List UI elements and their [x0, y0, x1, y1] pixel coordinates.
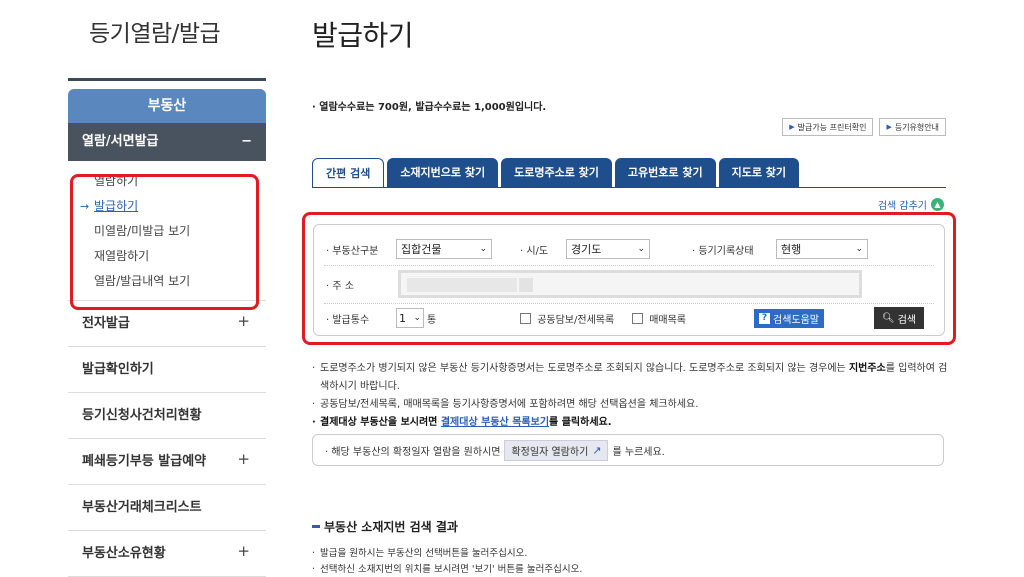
- collapse-icon[interactable]: −: [241, 123, 252, 161]
- sidebar-item-case-status[interactable]: 등기신청사건처리현황: [68, 393, 266, 439]
- fee-notice: · 열람수수료는 700원, 발급수수료는 1,000원입니다.: [312, 102, 547, 113]
- page-title: 발급하기: [312, 19, 414, 52]
- sidebar-category-real-estate[interactable]: 부동산: [68, 89, 266, 123]
- fixed-date-view-button[interactable]: 확정일자 열람하기 ↗: [504, 439, 609, 461]
- copies-label: · 발급통수: [326, 314, 370, 326]
- triangle-icon: ▶: [789, 123, 795, 131]
- search-row-1: · 부동산구분 집합건물 ⌄ · 시/도 경기도 ⌄ · 등기기록상태 현행 ⌄: [326, 239, 932, 259]
- triangle-icon: ▶: [886, 123, 892, 131]
- search-form: · 부동산구분 집합건물 ⌄ · 시/도 경기도 ⌄ · 등기기록상태 현행 ⌄ · …: [313, 224, 945, 336]
- tab-road-address[interactable]: 도로명주소로 찾기: [501, 158, 612, 188]
- tab-lot-number[interactable]: 소재지번으로 찾기: [387, 158, 499, 188]
- search-help-button[interactable]: ? 검색도움말: [754, 308, 824, 328]
- payment-list-link[interactable]: 결제대상 부동산 목록보기: [441, 417, 549, 428]
- joint-collateral-checkbox[interactable]: [520, 312, 532, 324]
- tab-map[interactable]: 지도로 찾기: [718, 158, 800, 188]
- result-section-title: 부동산 소재지번 검색 결과: [312, 518, 458, 535]
- property-type-select[interactable]: 집합건물 ⌄: [396, 239, 492, 259]
- sidebar: 부동산 열람/서면발급 − 열람하기 → 발급하기 미열람/미발급 보기 재열람하…: [68, 78, 266, 577]
- row-divider: [324, 303, 934, 304]
- row-divider: [324, 265, 934, 266]
- result-notes: 발급을 원하시는 부동산의 선택버튼을 눌러주십시오. 선택하신 소재지번의 위…: [312, 546, 582, 577]
- printer-check-button[interactable]: ▶ 발급가능 프린터확인: [782, 118, 874, 136]
- search-row-2: · 주 소: [326, 270, 932, 298]
- sidebar-section-label: 열람/서면발급: [82, 134, 159, 149]
- note-road-address: 도로명주소가 병기되지 않은 부동산 등기사항증명서는 도로명주소로 조회되지 …: [312, 360, 952, 396]
- address-label: · 주 소: [326, 280, 354, 292]
- sidebar-item-closed-reservation[interactable]: 폐쇄등기부등 발급예약 +: [68, 439, 266, 485]
- sidebar-section-view-issue[interactable]: 열람/서면발급 −: [68, 123, 266, 161]
- title-marker: [312, 525, 320, 528]
- hide-search-toggle[interactable]: 검색 감추기 ▲: [878, 197, 944, 212]
- search-row-3: · 발급통수 1 ⌄ 통 공동담보/전세목록 매매목록 ? 검색도움말 🔍︎ 검색: [326, 307, 932, 329]
- result-note: 발급을 원하시는 부동산의 선택버튼을 눌러주십시오.: [312, 546, 582, 562]
- question-icon: ?: [759, 312, 770, 324]
- result-note: 선택하신 소재지번의 위치를 보시려면 '보기' 버튼를 눌러주십시오.: [312, 562, 582, 577]
- external-link-icon: ↗: [592, 443, 602, 457]
- section-title: 등기열람/발급: [89, 21, 221, 47]
- collapse-up-icon: ▲: [931, 198, 944, 211]
- expand-icon[interactable]: +: [237, 436, 250, 482]
- utility-buttons: ▶ 발급가능 프린터확인 ▶ 등기유형안내: [782, 118, 946, 136]
- sidebar-item-checklist[interactable]: 부동산거래체크리스트: [68, 485, 266, 531]
- sale-list-checkbox[interactable]: [632, 312, 644, 324]
- redacted-text: [407, 278, 517, 292]
- registry-type-guide-button[interactable]: ▶ 등기유형안내: [879, 118, 946, 136]
- search-icon: 🔍︎: [882, 312, 895, 324]
- sidebar-divider: [68, 78, 266, 81]
- tab-underline: [312, 187, 946, 188]
- redacted-text: [519, 278, 533, 292]
- search-tabs: 간편 검색 소재지번으로 찾기 도로명주소로 찾기 고유번호로 찾기 지도로 찾…: [312, 158, 800, 188]
- search-button[interactable]: 🔍︎ 검색: [874, 307, 925, 329]
- tab-unique-number[interactable]: 고유번호로 찾기: [614, 158, 716, 188]
- joint-collateral-label: 공동담보/전세목록: [537, 314, 615, 326]
- chevron-down-icon: ⌄: [479, 244, 487, 254]
- copies-select[interactable]: 1 ⌄: [396, 308, 424, 328]
- sidebar-item-ownership[interactable]: 부동산소유현황 +: [68, 531, 266, 577]
- chevron-down-icon: ⌄: [413, 313, 421, 323]
- annotation-highlight: [70, 174, 259, 310]
- chevron-down-icon: ⌄: [637, 244, 645, 254]
- search-notes: 도로명주소가 병기되지 않은 부동산 등기사항증명서는 도로명주소로 조회되지 …: [312, 360, 952, 432]
- record-status-select[interactable]: 현행 ⌄: [776, 239, 868, 259]
- expand-icon[interactable]: +: [237, 528, 250, 574]
- copies-unit: 통: [427, 314, 437, 326]
- fixed-date-notice: · 해당 부동산의 확정일자 열람을 원하시면 확정일자 열람하기 ↗ 를 누르세…: [312, 434, 944, 466]
- note-payment-target: 결제대상 부동산을 보시려면 결제대상 부동산 목록보기를 클릭하세요.: [312, 414, 952, 432]
- address-input[interactable]: [398, 270, 862, 298]
- property-type-label: · 부동산구분: [326, 245, 379, 257]
- tab-simple-search[interactable]: 간편 검색: [312, 158, 385, 188]
- record-status-label: · 등기기록상태: [692, 245, 754, 257]
- region-select[interactable]: 경기도 ⌄: [566, 239, 650, 259]
- sidebar-item-verify[interactable]: 발급확인하기: [68, 347, 266, 393]
- chevron-down-icon: ⌄: [855, 244, 863, 254]
- note-options: 공동담보/전세목록, 매매목록을 등기사항증명서에 포함하려면 해당 선택옵션을…: [312, 396, 952, 414]
- sale-list-label: 매매목록: [649, 314, 686, 326]
- region-label: · 시/도: [520, 245, 549, 257]
